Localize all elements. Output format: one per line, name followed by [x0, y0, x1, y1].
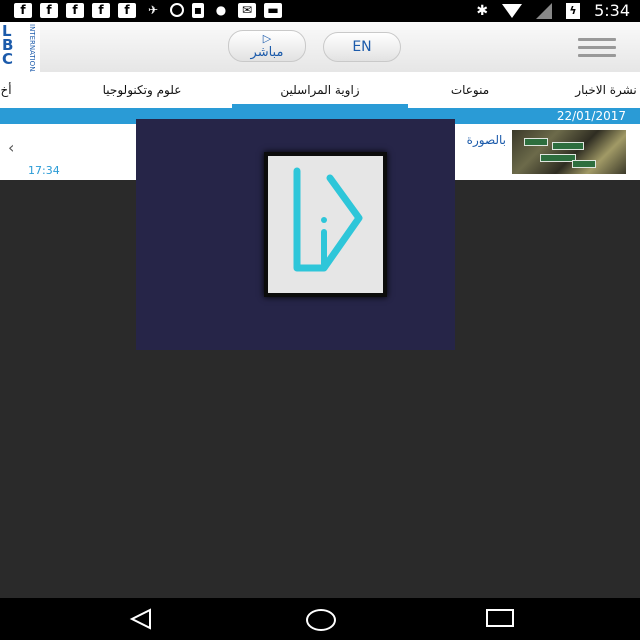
facebook-icon: f: [118, 3, 136, 18]
lock-icon: ▪: [192, 3, 204, 18]
notification-icons: f f f f f ✈ ▪ ● ✉ ▬: [14, 3, 282, 18]
satellite-icon: ✈: [147, 3, 159, 17]
chevron-left-icon[interactable]: ‹: [8, 138, 14, 158]
signal-icon: [536, 3, 553, 19]
tab-more[interactable]: أخ: [0, 72, 18, 108]
wifi-icon: [502, 4, 523, 18]
lbc-logo[interactable]: LBC INTERNATIONAL: [0, 22, 40, 81]
facebook-icon: f: [92, 3, 110, 18]
play-logo-icon: [293, 167, 363, 272]
logo-subtitle: INTERNATIONAL: [28, 24, 36, 81]
live-label: مباشر: [250, 45, 284, 60]
facebook-icon: f: [40, 3, 58, 18]
circle-icon: [170, 3, 184, 17]
back-icon[interactable]: [128, 608, 154, 630]
clock: 5:34: [594, 1, 630, 20]
live-button[interactable]: ▷ مباشر: [228, 30, 306, 62]
battery-icon: ϟ: [566, 3, 581, 19]
tab-news-bulletin[interactable]: نشرة الاخبار: [556, 72, 640, 108]
system-navigation-bar: [0, 598, 640, 640]
facebook-icon: f: [66, 3, 84, 18]
mail-icon: ✉: [238, 3, 256, 18]
app-loading-icon: [264, 152, 387, 297]
app-header: LBC INTERNATIONAL ▷ مباشر EN: [0, 22, 640, 81]
status-bar: f f f f f ✈ ▪ ● ✉ ▬ ✱ ϟ 5:34: [0, 0, 640, 22]
android-icon: ●: [215, 3, 227, 17]
briefcase-icon: ▬: [264, 3, 282, 18]
news-time: 17:34: [28, 164, 60, 177]
news-thumbnail: [512, 130, 626, 174]
play-icon: ▷: [262, 32, 272, 45]
english-button[interactable]: EN: [323, 32, 401, 62]
news-title: بالصورة: [466, 133, 506, 147]
home-icon[interactable]: [306, 609, 336, 631]
recent-apps-icon[interactable]: [486, 609, 514, 627]
facebook-icon: f: [14, 3, 32, 18]
tab-correspondents[interactable]: زاوية المراسلين: [232, 72, 408, 108]
system-icons: ✱ ϟ 5:34: [476, 1, 630, 21]
hamburger-menu-icon[interactable]: [578, 38, 616, 57]
tab-science-tech[interactable]: علوم وتكنولوجيا: [80, 72, 204, 108]
category-tabs: أخ علوم وتكنولوجيا زاوية المراسلين منوعا…: [0, 72, 640, 108]
date-label: 22/01/2017: [556, 109, 626, 123]
bluetooth-icon: ✱: [476, 3, 489, 19]
loading-overlay: [136, 119, 455, 350]
tab-variety[interactable]: منوعات: [434, 72, 506, 108]
logo-text: LBC: [2, 22, 14, 68]
